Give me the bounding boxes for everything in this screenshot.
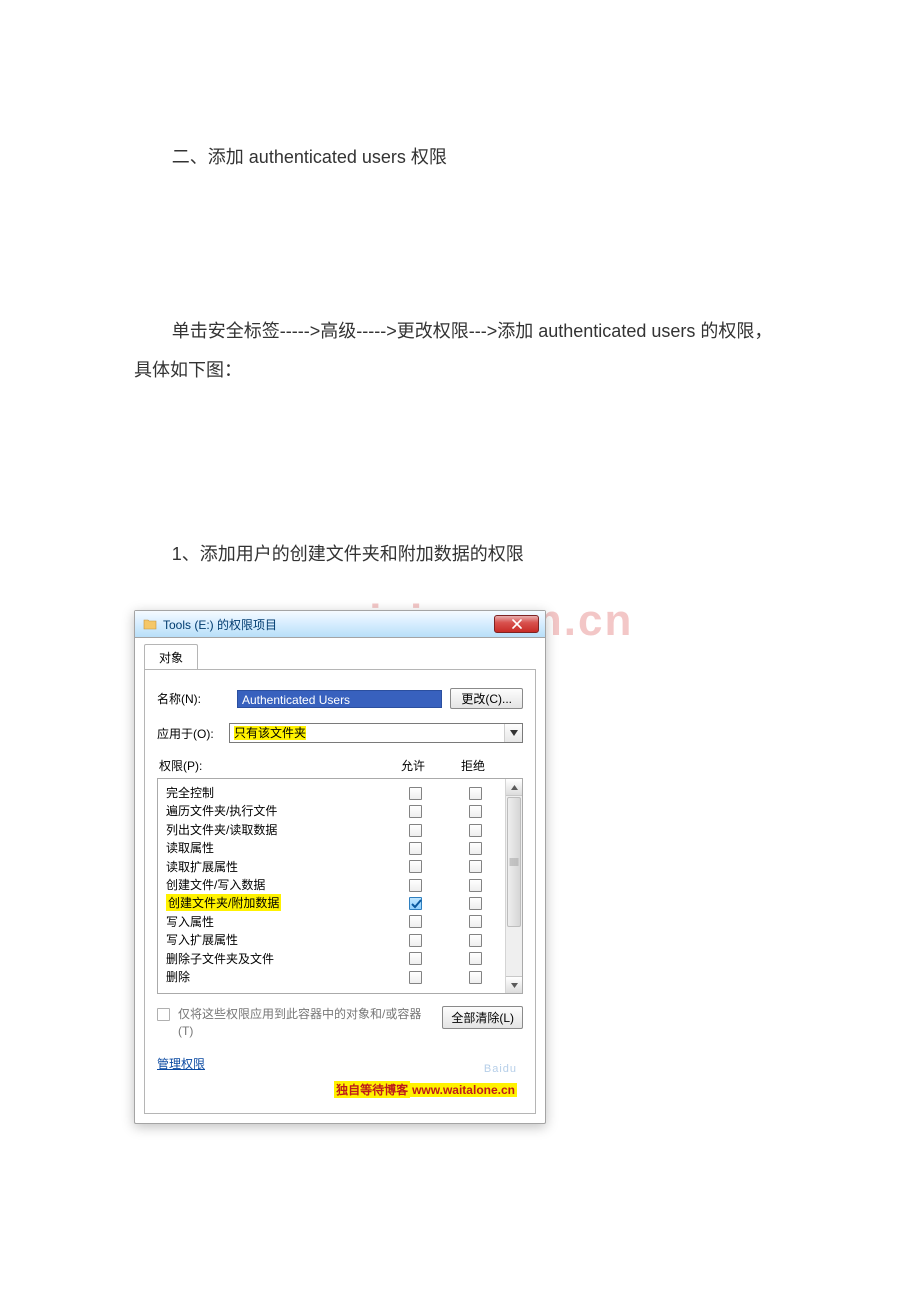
- permission-row: 创建文件夹/附加数据: [166, 894, 505, 912]
- permission-row: 创建文件/写入数据: [166, 875, 505, 893]
- deny-checkbox[interactable]: [469, 971, 482, 984]
- scrollbar[interactable]: [505, 779, 522, 993]
- permission-label: 创建文件夹/附加数据: [166, 894, 385, 911]
- deny-checkbox[interactable]: [469, 824, 482, 837]
- allow-checkbox[interactable]: [409, 860, 422, 873]
- permission-row: 删除子文件夹及文件: [166, 949, 505, 967]
- applyto-value: 只有该文件夹: [234, 726, 306, 740]
- permission-label: 列出文件夹/读取数据: [166, 821, 385, 838]
- deny-checkbox[interactable]: [469, 860, 482, 873]
- permission-row: 遍历文件夹/执行文件: [166, 802, 505, 820]
- allow-checkbox[interactable]: [409, 787, 422, 800]
- permission-entry-dialog: Tools (E:) 的权限项目 对象 名称(N): Authenticated…: [134, 610, 546, 1123]
- clear-all-button[interactable]: 全部清除(L): [442, 1006, 523, 1029]
- allow-checkbox[interactable]: [409, 971, 422, 984]
- tab-body: 名称(N): Authenticated Users 更改(C)... 应用于(…: [144, 669, 536, 1113]
- scroll-up-icon[interactable]: [506, 779, 522, 796]
- permissions-label: 权限(P):: [159, 757, 383, 774]
- allow-checkbox[interactable]: [409, 915, 422, 928]
- deny-checkbox[interactable]: [469, 952, 482, 965]
- change-button[interactable]: 更改(C)...: [450, 688, 523, 709]
- doc-step: 1、添加用户的创建文件夹和附加数据的权限: [134, 535, 786, 575]
- dialog-titlebar: Tools (E:) 的权限项目: [135, 611, 545, 638]
- permission-label: 创建文件/写入数据: [166, 876, 385, 893]
- apply-only-checkbox[interactable]: [157, 1008, 170, 1021]
- footer-ghost-text: Baidu: [484, 1063, 517, 1075]
- allow-checkbox[interactable]: [409, 842, 422, 855]
- manage-permissions-link[interactable]: 管理权限: [157, 1055, 205, 1072]
- allow-checkbox[interactable]: [409, 824, 422, 837]
- dialog-title: Tools (E:) 的权限项目: [163, 616, 488, 633]
- name-label: 名称(N):: [157, 690, 229, 707]
- doc-paragraph: 单击安全标签----->高级----->更改权限--->添加 authentic…: [134, 312, 786, 391]
- folder-icon: [143, 617, 157, 631]
- permission-label: 遍历文件夹/执行文件: [166, 802, 385, 819]
- deny-checkbox[interactable]: [469, 897, 482, 910]
- col-allow: 允许: [383, 757, 443, 774]
- footer-prefix: 独自等待博客: [334, 1081, 410, 1098]
- permission-label: 删除: [166, 968, 385, 985]
- allow-checkbox[interactable]: [409, 952, 422, 965]
- deny-checkbox[interactable]: [469, 915, 482, 928]
- close-button[interactable]: [494, 615, 539, 633]
- permission-label: 写入属性: [166, 913, 385, 930]
- permission-label: 读取属性: [166, 839, 385, 856]
- deny-checkbox[interactable]: [469, 934, 482, 947]
- scroll-down-icon[interactable]: [506, 976, 522, 993]
- permission-row: 删除: [166, 967, 505, 985]
- allow-checkbox[interactable]: [409, 805, 422, 818]
- allow-checkbox[interactable]: [409, 934, 422, 947]
- allow-checkbox[interactable]: [409, 897, 422, 910]
- permission-row: 读取扩展属性: [166, 857, 505, 875]
- chevron-down-icon: [504, 724, 522, 742]
- applyto-select[interactable]: 只有该文件夹: [229, 723, 523, 743]
- permission-row: 写入属性: [166, 912, 505, 930]
- deny-checkbox[interactable]: [469, 787, 482, 800]
- permission-row: 完全控制: [166, 783, 505, 801]
- col-deny: 拒绝: [443, 757, 503, 774]
- scrollbar-thumb[interactable]: [507, 797, 521, 927]
- deny-checkbox[interactable]: [469, 842, 482, 855]
- permissions-list: 完全控制遍历文件夹/执行文件列出文件夹/读取数据读取属性读取扩展属性创建文件/写…: [157, 778, 523, 994]
- permission-row: 写入扩展属性: [166, 931, 505, 949]
- permission-label: 写入扩展属性: [166, 931, 385, 948]
- permission-row: 读取属性: [166, 839, 505, 857]
- footer-url: www.waitalone.cn: [410, 1083, 517, 1097]
- permission-row: 列出文件夹/读取数据: [166, 820, 505, 838]
- deny-checkbox[interactable]: [469, 805, 482, 818]
- applyto-label: 应用于(O):: [157, 725, 229, 742]
- principal-name: Authenticated Users: [237, 690, 442, 708]
- doc-heading: 二、添加 authenticated users 权限: [134, 138, 786, 178]
- deny-checkbox[interactable]: [469, 879, 482, 892]
- permission-label: 完全控制: [166, 784, 385, 801]
- apply-only-label: 仅将这些权限应用到此容器中的对象和/或容器(T): [178, 1006, 434, 1038]
- permission-label: 删除子文件夹及文件: [166, 950, 385, 967]
- allow-checkbox[interactable]: [409, 879, 422, 892]
- close-icon: [512, 619, 522, 629]
- tab-object[interactable]: 对象: [144, 644, 198, 669]
- permission-label: 读取扩展属性: [166, 858, 385, 875]
